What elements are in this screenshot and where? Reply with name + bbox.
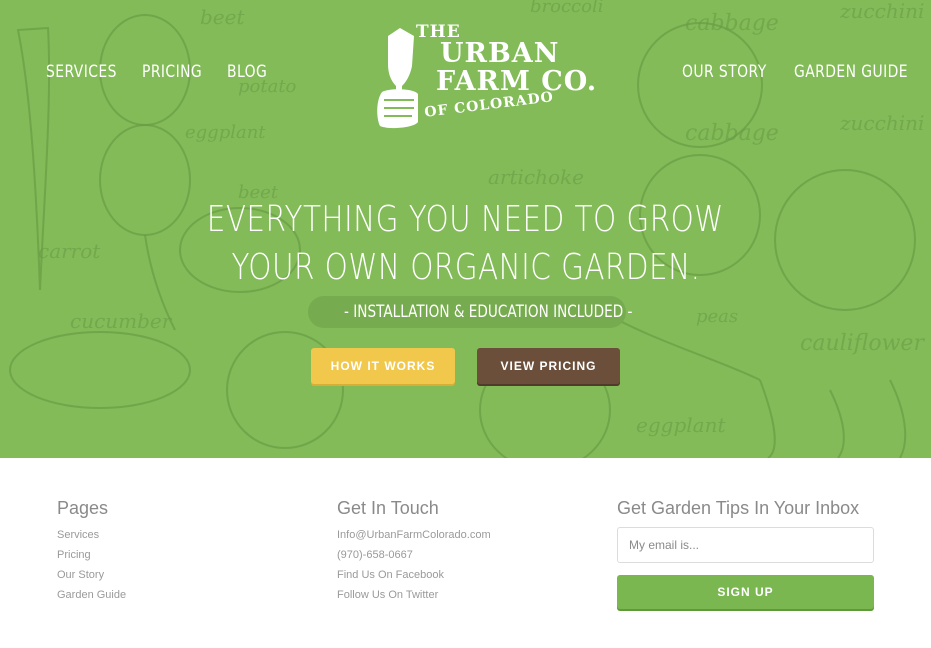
- bg-word-beet: beet: [200, 5, 245, 29]
- nav-garden-guide[interactable]: GARDEN GUIDE: [794, 62, 908, 82]
- email-input[interactable]: [617, 527, 874, 563]
- nav-blog[interactable]: BLOG: [227, 62, 267, 82]
- footer-phone-link[interactable]: (970)-658-0667: [337, 549, 413, 561]
- site-logo[interactable]: THE URBAN FARM CO. OF COLORADO: [372, 24, 596, 134]
- sign-up-button[interactable]: SIGN UP: [617, 575, 874, 609]
- pages-title: Pages: [57, 498, 109, 518]
- logo-urban: URBAN: [440, 38, 560, 69]
- bg-word-zucchini-2: zucchini: [839, 111, 924, 135]
- logo-farm-co: FARM CO.: [436, 66, 598, 97]
- hero-subline: - INSTALLATION & EDUCATION INCLUDED -: [308, 296, 632, 328]
- contact-title: Get In Touch: [337, 498, 439, 518]
- newsletter-title: Get Garden Tips In Your Inbox: [617, 498, 860, 518]
- pepper-sketch-3: [889, 379, 907, 458]
- bg-word-eggplant: eggplant: [636, 413, 726, 437]
- footer-link-services[interactable]: Services: [57, 529, 99, 541]
- nav-services[interactable]: SERVICES: [46, 62, 117, 82]
- footer-link-pricing[interactable]: Pricing: [57, 549, 91, 561]
- bg-word-beet-2: eggplant: [185, 122, 266, 143]
- bg-word-artichoke: artichoke: [488, 165, 584, 189]
- footer-email-link[interactable]: Info@UrbanFarmColorado.com: [337, 529, 491, 541]
- bg-word-peas: peas: [696, 306, 738, 327]
- footer-facebook-link[interactable]: Find Us On Facebook: [337, 569, 444, 581]
- cucumber-sketch: [9, 331, 191, 409]
- hero-section: beet broccoli cabbage zucchini potato eg…: [0, 0, 931, 458]
- footer-link-garden-guide[interactable]: Garden Guide: [57, 589, 126, 601]
- hero-headline: EVERYTHING YOU NEED TO GROW YOUR OWN ORG…: [0, 196, 931, 292]
- bg-word-cucumber: cucumber: [70, 309, 173, 333]
- pepper-sketch-2: [829, 389, 845, 458]
- pepper-sketch: [759, 379, 776, 458]
- footer-link-our-story[interactable]: Our Story: [57, 569, 104, 581]
- bg-word-broccoli: broccoli: [530, 0, 603, 17]
- bg-word-cabbage-2: cabbage: [685, 121, 779, 146]
- footer-twitter-link[interactable]: Follow Us On Twitter: [337, 589, 438, 601]
- bg-word-cauliflower: cauliflower: [800, 331, 925, 356]
- headline-line-2: YOUR OWN ORGANIC GARDEN.: [231, 247, 700, 288]
- hero-subline-text: - INSTALLATION & EDUCATION INCLUDED -: [344, 302, 633, 322]
- headline-line-1: EVERYTHING YOU NEED TO GROW: [206, 199, 725, 240]
- view-pricing-button[interactable]: VIEW PRICING: [477, 348, 620, 384]
- bg-word-zucchini: zucchini: [839, 0, 924, 23]
- nav-pricing[interactable]: PRICING: [142, 62, 202, 82]
- nav-our-story[interactable]: OUR STORY: [682, 62, 767, 82]
- how-it-works-button[interactable]: HOW IT WORKS: [311, 348, 455, 384]
